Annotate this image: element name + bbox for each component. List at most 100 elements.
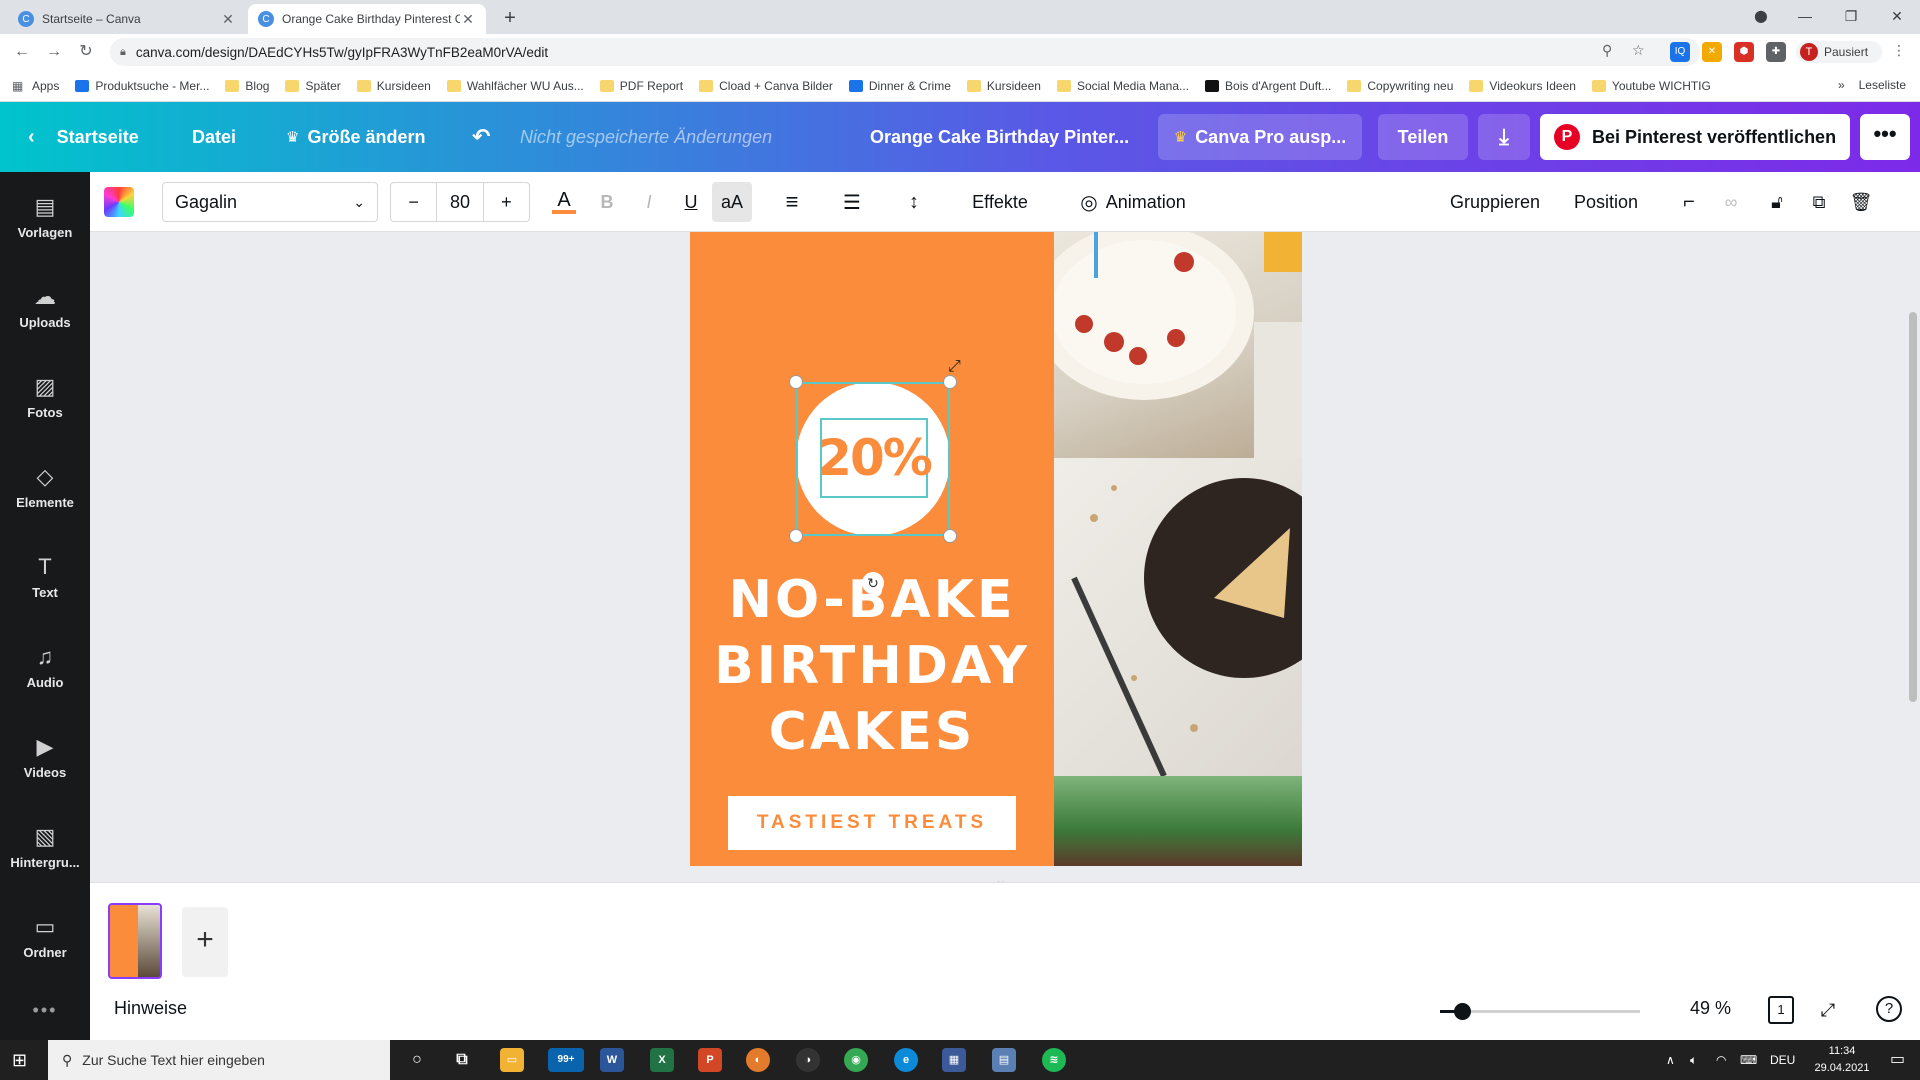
sidebar-item-text[interactable]: T Text — [0, 532, 90, 622]
decrease-size-button[interactable]: − — [391, 192, 436, 213]
taskbar-search[interactable]: ⚲ Zur Suche Text hier eingeben — [48, 1040, 390, 1080]
discount-text[interactable]: 20% — [817, 418, 933, 498]
back-icon[interactable]: ← — [10, 40, 34, 64]
more-apps-button[interactable]: ••• — [0, 1000, 90, 1021]
bookmark-item[interactable]: Copywriting neu — [1347, 79, 1453, 93]
task-view-icon[interactable]: ⧉ — [450, 1048, 474, 1072]
star-icon[interactable]: ☆ — [1632, 42, 1645, 59]
profile-button[interactable]: T Pausiert — [1796, 41, 1882, 63]
bookmark-item[interactable]: Videokurs Ideen — [1469, 79, 1576, 93]
share-button[interactable]: Teilen — [1378, 114, 1468, 160]
underline-icon[interactable]: U — [674, 182, 708, 222]
cortana-icon[interactable]: ○ — [405, 1048, 429, 1072]
vertical-scrollbar[interactable] — [1906, 232, 1920, 882]
tab-search-icon[interactable]: ⬤ — [1738, 0, 1784, 34]
document-title[interactable]: Orange Cake Birthday Pinter... — [870, 102, 1129, 172]
page-thumbnail[interactable] — [108, 903, 162, 979]
treats-button-text[interactable]: TASTIEST TREATS — [728, 796, 1016, 850]
letter-case-icon[interactable]: aA — [712, 182, 752, 222]
notification-icon[interactable]: ▭ — [1890, 1040, 1905, 1080]
trash-icon[interactable]: 🗑︎ — [1844, 182, 1878, 222]
cake-photo-top[interactable] — [1034, 232, 1302, 458]
design-page[interactable]: 20% NO-BAKE BIRTHDAY CAKES ↻ TASTIEST TR… — [690, 232, 1302, 866]
app-icon[interactable]: ◑ — [796, 1048, 820, 1072]
powerpoint-icon[interactable]: P — [698, 1048, 722, 1072]
bookmark-item[interactable]: Bois d'Argent Duft... — [1205, 79, 1331, 93]
zoom-slider[interactable] — [1440, 1003, 1640, 1020]
sidebar-item-templates[interactable]: ▤ Vorlagen — [0, 172, 90, 262]
home-button[interactable]: ‹ Startseite — [28, 102, 139, 172]
resize-handle-top-left[interactable] — [789, 375, 803, 389]
text-color-button[interactable]: A — [546, 182, 582, 222]
reading-list-button[interactable]: Leseliste — [1859, 78, 1906, 92]
orange-panel[interactable] — [690, 232, 1054, 866]
effects-button[interactable]: Effekte — [960, 182, 1040, 222]
align-center-icon[interactable]: ≡ — [774, 182, 810, 222]
bookmark-apps[interactable]: ▦ Apps — [12, 79, 59, 93]
sidebar-item-uploads[interactable]: ☁ Uploads — [0, 262, 90, 352]
cake-photo-bottom[interactable] — [1054, 776, 1302, 866]
volume-icon[interactable]: 🔈︎ — [1690, 1040, 1697, 1080]
paint-format-icon[interactable]: ⌐ — [1672, 182, 1706, 222]
color-picker-button[interactable] — [104, 187, 134, 217]
sidebar-item-videos[interactable]: ▶ Videos — [0, 712, 90, 802]
zoom-slider-knob[interactable] — [1454, 1003, 1471, 1020]
restore-icon[interactable]: ❐ — [1828, 0, 1874, 34]
chrome-icon[interactable]: ◉ — [844, 1048, 868, 1072]
bookmark-item[interactable]: Cload + Canva Bilder — [699, 79, 833, 93]
zoom-level[interactable]: 49 % — [1690, 998, 1731, 1019]
sidebar-item-audio[interactable]: ♫ Audio — [0, 622, 90, 712]
list-icon[interactable]: ☰ — [834, 182, 870, 222]
tab-orange-cake[interactable]: C Orange Cake Birthday Pinterest C ✕ — [248, 4, 486, 34]
mail-icon[interactable]: 99+ — [548, 1048, 584, 1072]
scrollbar-thumb[interactable] — [1909, 312, 1917, 702]
link-icon[interactable]: ∞ — [1714, 182, 1748, 222]
bookmark-item[interactable]: Blog — [225, 79, 269, 93]
bookmark-item[interactable]: Dinner & Crime — [848, 79, 951, 93]
sidebar-item-folder[interactable]: ▭ Ordner — [0, 892, 90, 982]
tray-chevron-icon[interactable]: ∧ — [1666, 1040, 1675, 1080]
add-page-button[interactable]: + — [182, 907, 228, 977]
new-tab-icon[interactable]: + — [498, 6, 522, 30]
undo-icon[interactable]: ↶ — [472, 102, 490, 172]
edge-icon[interactable]: e — [894, 1048, 918, 1072]
duplicate-icon[interactable]: ⧉ — [1802, 182, 1836, 222]
canva-pro-button[interactable]: ♛ Canva Pro ausp... — [1158, 114, 1362, 160]
clock[interactable]: 11:34 29.04.2021 — [1806, 1043, 1878, 1077]
word-icon[interactable]: W — [600, 1048, 624, 1072]
publish-pinterest-button[interactable]: P Bei Pinterest veröffentlichen — [1540, 114, 1850, 160]
reload-icon[interactable]: ↻ — [74, 40, 98, 64]
bookmark-item[interactable]: Später — [285, 79, 341, 93]
app-icon[interactable]: ▦ — [942, 1048, 966, 1072]
bookmark-item[interactable]: Social Media Mana... — [1056, 79, 1189, 93]
notes-button[interactable]: Hinweise — [114, 998, 187, 1019]
bookmarks-more-button[interactable]: » — [1838, 78, 1845, 92]
extensions-puzzle-icon[interactable]: ✚ — [1766, 42, 1786, 62]
app-icon[interactable]: ◐ — [746, 1048, 770, 1072]
file-menu-button[interactable]: Datei — [192, 102, 236, 172]
font-size-input[interactable]: 80 — [436, 182, 484, 222]
headline-text[interactable]: NO-BAKE BIRTHDAY CAKES — [690, 567, 1054, 765]
close-icon[interactable]: ✕ — [220, 11, 236, 28]
extension-icon[interactable]: ✕ — [1702, 42, 1722, 62]
forward-icon[interactable]: → — [42, 40, 66, 64]
more-options-button[interactable]: ••• — [1860, 114, 1910, 160]
download-icon[interactable]: ⤓ — [1478, 114, 1530, 160]
lock-icon[interactable]: 🔓︎ — [1760, 182, 1794, 222]
bookmark-item[interactable]: Kursideen — [356, 79, 431, 93]
extension-iq-icon[interactable]: IQ — [1670, 42, 1690, 62]
keyboard-icon[interactable]: ⌨ — [1740, 1040, 1757, 1080]
spacing-icon[interactable]: ↕ — [896, 182, 932, 222]
language-indicator[interactable]: DEU — [1770, 1040, 1795, 1080]
file-explorer-icon[interactable]: ▭ — [500, 1048, 524, 1072]
page-count-button[interactable]: 1 — [1768, 996, 1794, 1024]
font-dropdown[interactable]: Gagalin ⌄ — [162, 182, 378, 222]
resize-handle-bottom-left[interactable] — [789, 529, 803, 543]
bookmark-item[interactable]: Produktsuche - Mer... — [75, 79, 209, 93]
close-icon[interactable]: ✕ — [460, 11, 476, 28]
bookmark-item[interactable]: Wahlfächer WU Aus... — [446, 79, 584, 93]
resize-button[interactable]: ♛ Größe ändern — [286, 102, 425, 172]
sidebar-item-background[interactable]: ▧ Hintergru... — [0, 802, 90, 892]
sidebar-item-elements[interactable]: ◇ Elemente — [0, 442, 90, 532]
resize-handle-top-right[interactable] — [943, 375, 957, 389]
